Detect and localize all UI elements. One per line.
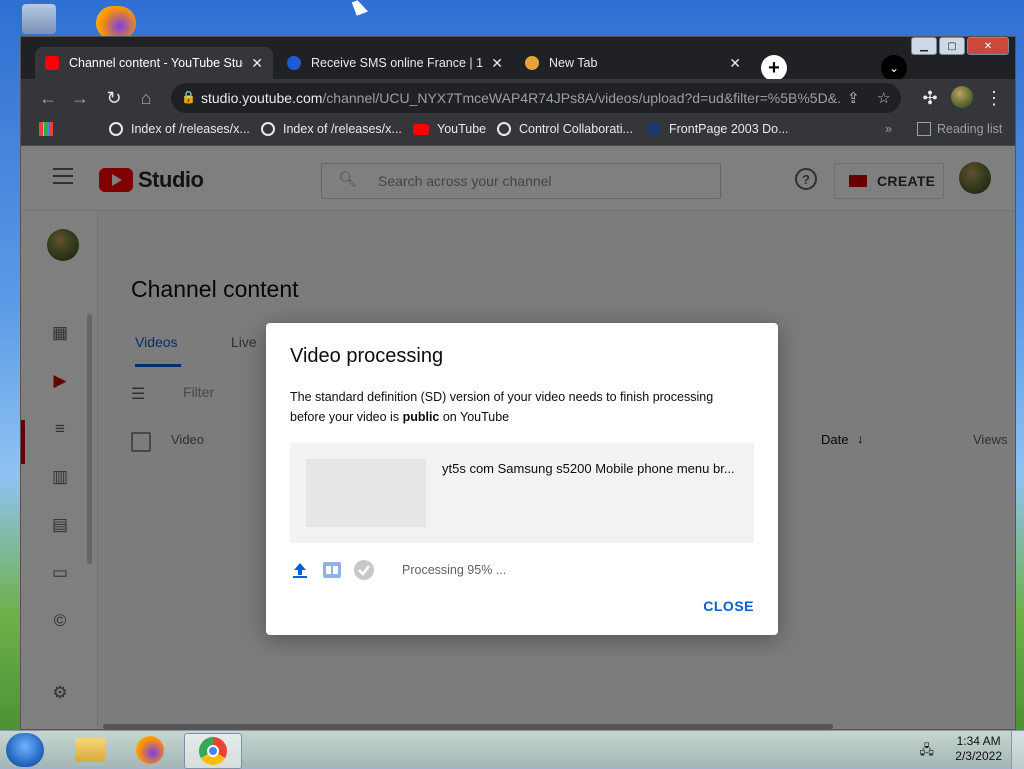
youtube-studio-page: Studio 🔍︎ Search across your channel ? C… (21, 146, 1015, 729)
back-arrow-icon[interactable]: ← (37, 87, 59, 109)
recycle-bin-icon[interactable] (22, 4, 56, 34)
start-button[interactable] (6, 733, 44, 767)
tab-strip: Channel content - YouTube Studio ✕ Recei… (21, 43, 1015, 81)
bookmark-label: Control Collaborati... (519, 122, 633, 136)
bookmarks-overflow-icon[interactable]: » (885, 122, 892, 136)
mouse-cursor-icon (351, 0, 369, 16)
bookmark-item[interactable]: Index of /releases/x... (109, 122, 250, 136)
tab-youtube-studio[interactable]: Channel content - YouTube Studio ✕ (35, 47, 273, 79)
browser-window: ▁ ▢ ✕ Channel content - YouTube Studio ✕… (20, 36, 1016, 730)
reload-icon[interactable]: ↻ (103, 87, 125, 109)
checks-complete-icon (354, 560, 374, 580)
bookmark-label: FrontPage 2003 Do... (669, 122, 789, 136)
bookmark-label: Index of /releases/x... (131, 122, 250, 136)
share-icon[interactable]: ⇪ (847, 89, 860, 107)
bookmark-item[interactable]: Index of /releases/x... (261, 122, 402, 136)
globe-icon (109, 122, 123, 136)
tab-title: Channel content - YouTube Studio (69, 56, 244, 70)
reading-list[interactable]: Reading list (917, 122, 1002, 136)
tab-new-tab[interactable]: New Tab ✕ (515, 47, 751, 79)
tab-close-icon[interactable]: ✕ (251, 55, 263, 72)
system-clock[interactable]: 1:34 AM 2/3/2022 (955, 734, 1002, 764)
chrome-taskbar-icon[interactable] (184, 733, 242, 769)
bookmark-label: Index of /releases/x... (283, 122, 402, 136)
video-title: yt5s com Samsung s5200 Mobile phone menu… (442, 461, 735, 476)
firefox-desktop-icon[interactable] (96, 6, 136, 40)
video-processing-dialog: Video processing The standard definition… (266, 323, 778, 635)
globe-icon (261, 122, 275, 136)
video-thumbnail (306, 459, 426, 527)
profile-avatar[interactable] (951, 86, 973, 108)
url-text: studio.youtube.com/channel/UCU_NYX7TmceW… (201, 90, 841, 106)
upload-arrow-icon (290, 560, 310, 580)
lock-icon: 🔒 (181, 90, 196, 104)
newtab-favicon-icon (525, 56, 539, 70)
youtube-favicon-icon (45, 56, 59, 70)
nav-scrollbar[interactable] (87, 314, 92, 564)
tab-search-chevron-icon[interactable]: ⌄ (881, 55, 907, 81)
tab-receive-sms[interactable]: Receive SMS online France | 100% free ✕ (277, 47, 513, 79)
tab-close-icon[interactable]: ✕ (729, 55, 741, 72)
apps-grid-icon[interactable] (39, 122, 53, 136)
hd-processing-icon (322, 560, 342, 580)
sms-favicon-icon (287, 56, 301, 70)
reading-list-icon (917, 122, 931, 136)
processing-status: Processing 95% ... (402, 563, 507, 577)
browser-toolbar: ← → ↻ ⌂ 🔒 studio.youtube.com/channel/UCU… (21, 79, 1015, 117)
tab-title: New Tab (549, 56, 598, 70)
windows-taskbar: 🖧 1:34 AM 2/3/2022 (0, 730, 1024, 769)
close-button[interactable]: CLOSE (703, 598, 754, 614)
clock-date: 2/3/2022 (955, 749, 1002, 763)
new-tab-plus-icon[interactable]: + (761, 55, 787, 81)
bookmarks-bar: Index of /releases/x... Index of /releas… (21, 117, 1015, 146)
tab-title: Receive SMS online France | 100% free (311, 56, 484, 70)
show-desktop-button[interactable] (1011, 731, 1024, 769)
clock-time: 1:34 AM (956, 734, 1001, 748)
upload-status-row: Processing 95% ... (290, 560, 506, 580)
forward-arrow-icon[interactable]: → (69, 87, 91, 109)
browser-menu-icon[interactable]: ⋮ (983, 87, 1005, 109)
firefox-taskbar-icon[interactable] (122, 733, 178, 767)
dialog-title: Video processing (290, 345, 444, 367)
video-card: yt5s com Samsung s5200 Mobile phone menu… (290, 443, 754, 543)
bookmark-star-icon[interactable]: ☆ (877, 89, 890, 107)
bookmark-label: YouTube (437, 122, 487, 136)
tab-close-icon[interactable]: ✕ (491, 55, 503, 72)
globe-icon (647, 122, 661, 136)
globe-icon (497, 122, 511, 136)
bookmark-item[interactable]: FrontPage 2003 Do... (647, 122, 789, 136)
horizontal-scrollbar[interactable] (103, 724, 833, 729)
dialog-description: The standard definition (SD) version of … (290, 390, 714, 424)
youtube-icon (413, 123, 429, 135)
address-bar[interactable]: 🔒 studio.youtube.com/channel/UCU_NYX7Tmc… (171, 83, 901, 113)
bookmark-item[interactable]: Control Collaborati... (497, 122, 633, 136)
network-tray-icon[interactable]: 🖧 (920, 741, 935, 763)
bookmark-item[interactable]: YouTube (413, 122, 486, 136)
reading-list-label: Reading list (937, 122, 1003, 136)
extensions-puzzle-icon[interactable]: ✣ (919, 87, 941, 109)
home-icon[interactable]: ⌂ (135, 87, 157, 109)
file-explorer-taskbar-icon[interactable] (62, 733, 118, 767)
